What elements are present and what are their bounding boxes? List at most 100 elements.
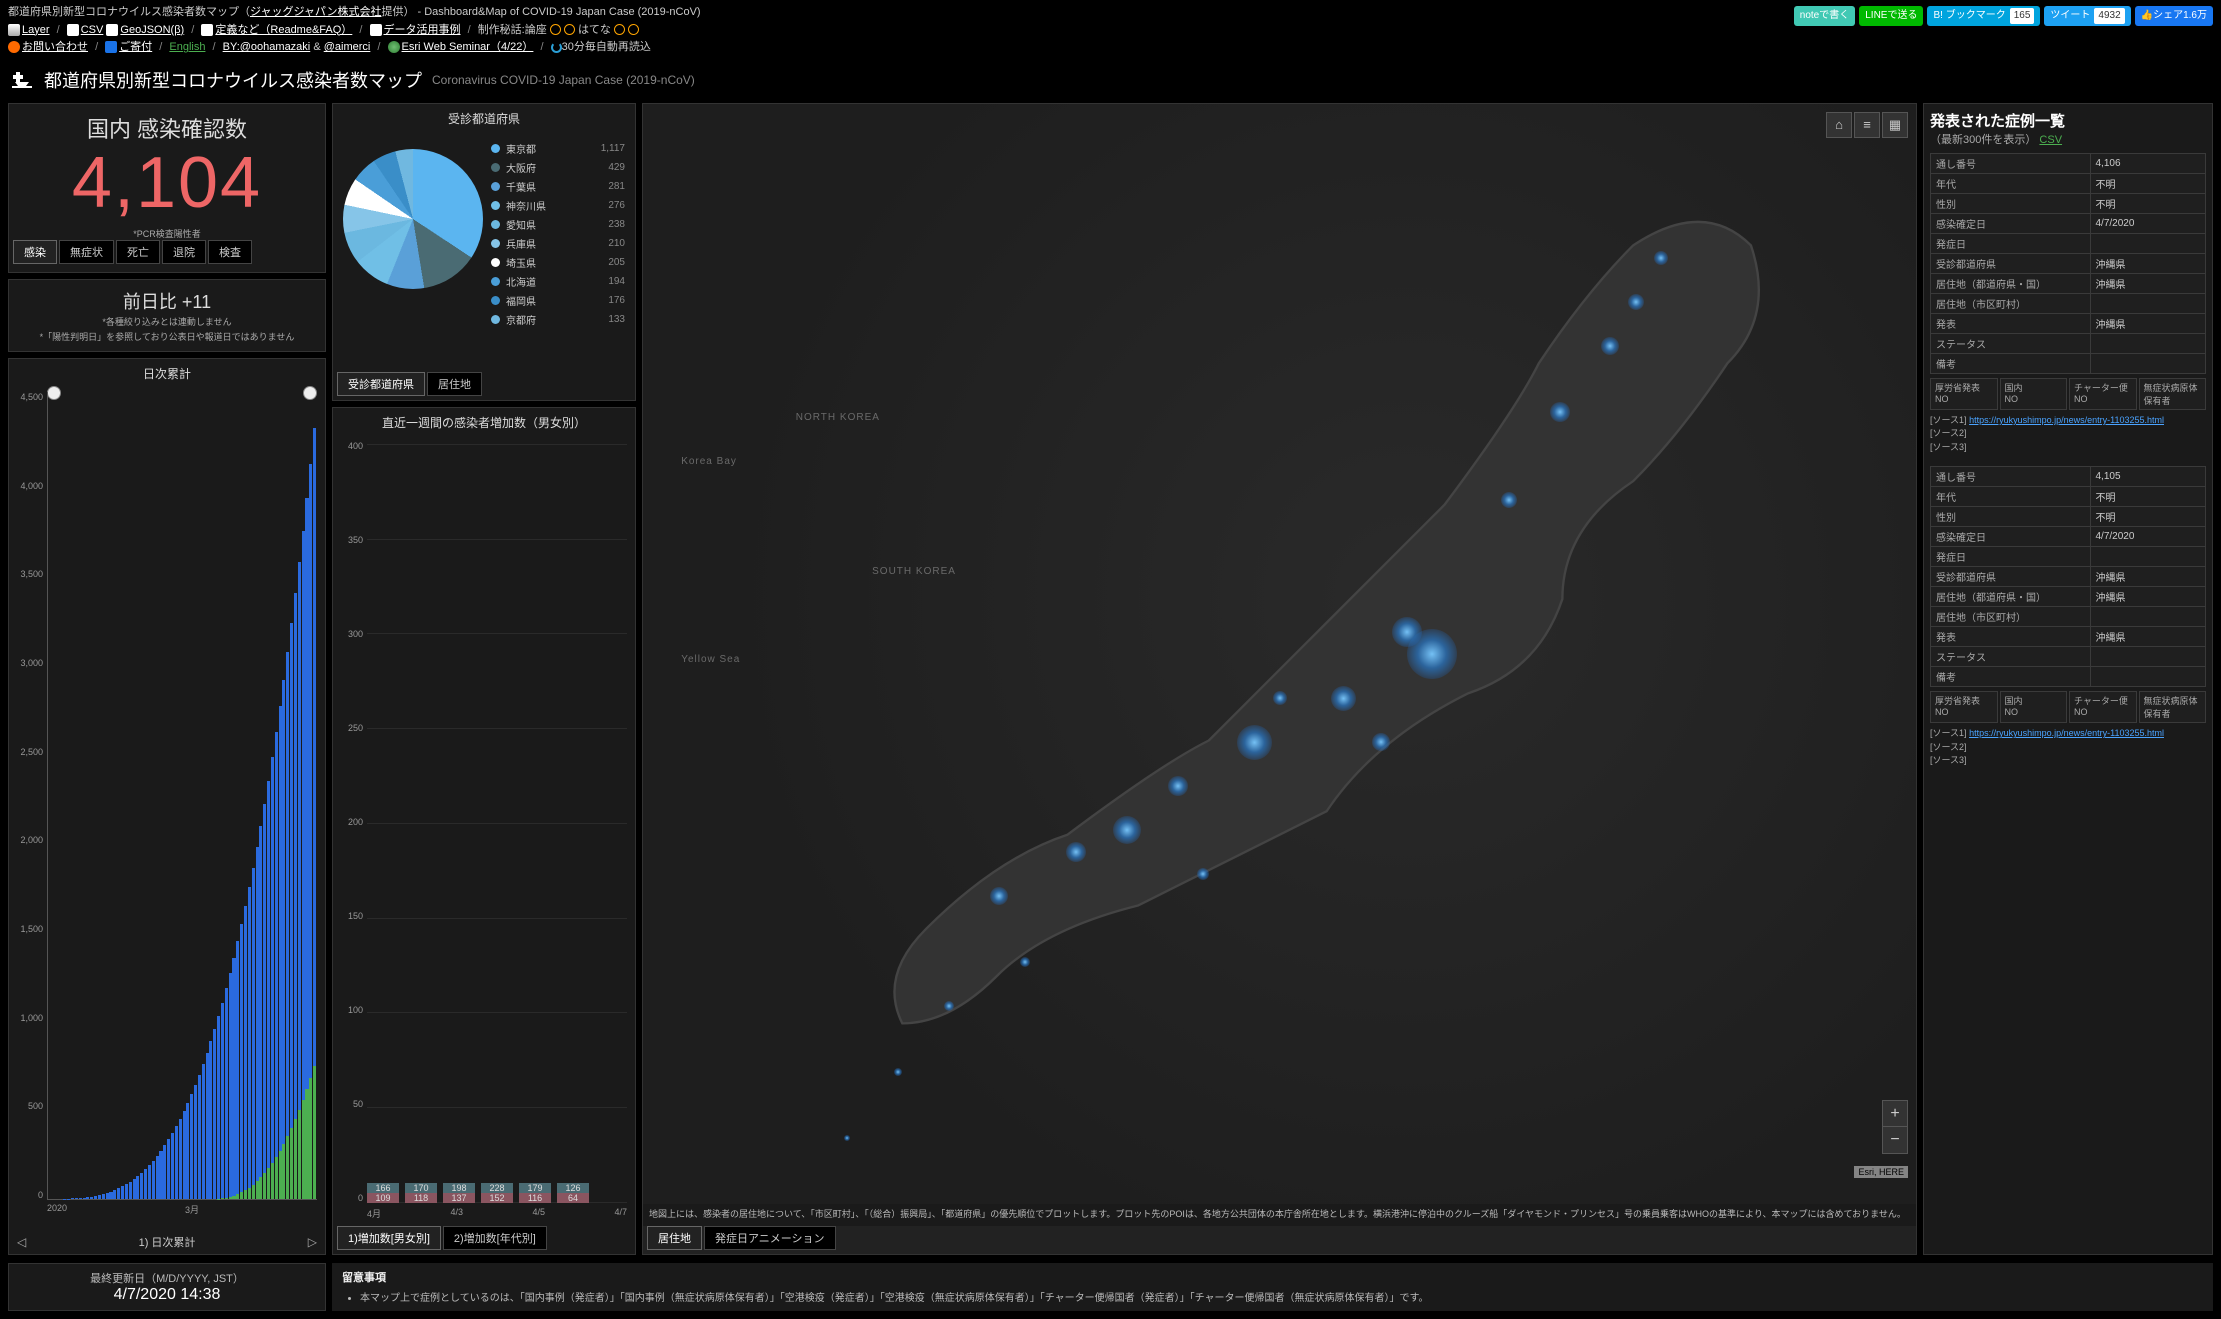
link-usage[interactable]: データ活用事例 [384,24,461,36]
delta-panel: 前日比 +11 *各種絞り込みとは連動しません *「陽性判明日」を参照しており公… [8,279,326,352]
zoom-out-button[interactable]: − [1883,1127,1907,1153]
page-subtitle: Coronavirus COVID-19 Japan Case (2019-nC… [432,73,695,87]
legend-dot [491,315,500,324]
legend-dot [491,201,500,210]
globe-icon [388,41,400,53]
donate-icon [105,41,117,53]
topbar: 都道府県別新型コロナウイルス感染者数マップ（ジャッグジャパン株式会社提供） - … [0,0,2221,61]
cumulative-chart: 日次累計 05001,0001,5002,0002,5003,0003,5004… [8,358,326,1255]
legend-item[interactable]: 北海道194 [491,272,625,291]
share-buttons: noteで書く LINEで送る B! ブックマーク165 ツイート4932 👍 … [1794,4,2213,26]
tab-居住地[interactable]: 居住地 [647,1226,702,1250]
stacked-bar-panel: 直近一週間の感染者増加数（男女別） 0501001502002503003504… [332,407,636,1255]
link-csv[interactable]: CSV [81,24,104,36]
count-value: 4,104 [9,144,325,223]
tab-無症状[interactable]: 無症状 [59,240,114,264]
pie-chart [343,149,483,289]
share-hatena[interactable]: B! ブックマーク165 [1927,6,2040,26]
legend-dot [491,277,500,286]
share-facebook[interactable]: 👍 シェア 1.6万 [2135,6,2213,26]
legend-item[interactable]: 福岡県176 [491,291,625,310]
page-title: 都道府県別新型コロナウイルス感染者数マップ [44,67,422,93]
link-layer[interactable]: Layer [22,24,50,36]
tab-検査[interactable]: 検査 [208,240,252,264]
tab-2)増加数[年代別][interactable]: 2)増加数[年代別] [443,1226,547,1250]
legend-item[interactable]: 大阪府429 [491,158,625,177]
japan-silhouette [643,104,1916,1205]
legend-item[interactable]: 京都府133 [491,310,625,329]
legend-dot [491,144,500,153]
coin-icon [550,24,561,35]
csv-icon [67,24,79,36]
count-note: *PCR検査陽性者 [9,227,325,240]
pie-panel: 受診都道府県 東京都1,117大阪府429千葉県281神奈川県276愛知県238… [332,103,636,401]
faq-icon [201,24,213,36]
tab-1)増加数[男女別][interactable]: 1)増加数[男女別] [337,1226,441,1250]
legend-item[interactable]: 東京都1,117 [491,139,625,158]
layer-icon [8,24,20,36]
reload-icon [551,42,562,53]
tab-発症日アニメーション[interactable]: 発症日アニメーション [704,1226,836,1250]
legend-item[interactable]: 千葉県281 [491,177,625,196]
legend-dot [491,239,500,248]
tab-居住地[interactable]: 居住地 [427,372,482,396]
legend-dot [491,182,500,191]
legend-dot [491,220,500,229]
tab-死亡[interactable]: 死亡 [116,240,160,264]
case-csv-link[interactable]: CSV [2039,134,2062,146]
legend-item[interactable]: 愛知県238 [491,215,625,234]
link-donate[interactable]: ご寄付 [119,41,152,53]
usage-icon [370,24,382,36]
case-table: 通し番号4,105年代不明性別不明感染確定日4/7/2020発症日受診都道府県沖… [1930,466,2206,687]
geojson-icon [106,24,118,36]
share-twitter[interactable]: ツイート4932 [2044,6,2130,26]
legend-item[interactable]: 埼玉県205 [491,253,625,272]
source-link[interactable]: https://ryukyushimpo.jp/news/entry-11032… [1969,728,2164,738]
blog-label: 制作秘話:論座 [478,24,547,36]
tab-受診都道府県[interactable]: 受診都道府県 [337,372,425,396]
coin-icon [564,24,575,35]
map-panel: ⌂ ≡ ▦ NORTH KOREA SOUTH KOREA Korea Bay … [642,103,1917,1255]
link-faq[interactable]: 定義など（Readme&FAQ） [215,24,352,36]
share-note[interactable]: noteで書く [1794,6,1855,26]
link-geojson[interactable]: GeoJSON(β) [120,24,184,36]
count-tabs: 感染無症状死亡退院検査 [9,240,325,268]
legend-item[interactable]: 神奈川県276 [491,196,625,215]
link-contact[interactable]: お問い合わせ [22,41,88,53]
legend-dot [491,163,500,172]
tab-感染[interactable]: 感染 [13,240,57,264]
zoom-in-button[interactable]: + [1883,1101,1907,1127]
link-author2[interactable]: @aimerci [324,41,371,53]
notice-panel: 留意事項 本マップ上で症例としているのは、「国内事例（発症者）」「国内事例（無症… [332,1263,2213,1311]
tab-退院[interactable]: 退院 [162,240,206,264]
map[interactable]: ⌂ ≡ ▦ NORTH KOREA SOUTH KOREA Korea Bay … [643,104,1916,1205]
chart-nav-label: 1) 日次累計 [139,1234,196,1250]
timestamp-panel: 最終更新日（M/D/YYYY, JST） 4/7/2020 14:38 [8,1263,326,1311]
timestamp-value: 4/7/2020 14:38 [15,1286,319,1304]
case-table: 通し番号4,106年代不明性別不明感染確定日4/7/2020発症日受診都道府県沖… [1930,153,2206,374]
page-title-pre: 都道府県別新型コロナウイルス感染者数マップ（ [8,6,250,18]
legend-item[interactable]: 兵庫県210 [491,234,625,253]
share-line[interactable]: LINEで送る [1859,6,1923,26]
zoom-control: + − [1882,1100,1908,1154]
medical-icon [10,68,34,92]
link-author[interactable]: BY:@oohamazaki [223,41,311,53]
case-list-title: 発表された症例一覧 [1930,110,2206,131]
link-english[interactable]: English [169,41,205,53]
map-attribution: Esri, HERE [1854,1166,1908,1178]
count-panel: 国内 感染確認数 4,104 *PCR検査陽性者 感染無症状死亡退院検査 [8,103,326,273]
case-list-panel: 発表された症例一覧 （最新300件を表示） CSV 通し番号4,106年代不明性… [1923,103,2213,1255]
legend-dot [491,296,500,305]
reload-label: 30分毎自動再読込 [562,41,651,53]
coin-icon [628,24,639,35]
company-link[interactable]: ジャッグジャパン株式会社 [250,6,381,18]
count-title: 国内 感染確認数 [9,112,325,144]
prev-arrow[interactable]: ◁ [17,1235,26,1249]
pie-legend: 東京都1,117大阪府429千葉県281神奈川県276愛知県238兵庫県210埼… [491,139,625,329]
source-link[interactable]: https://ryukyushimpo.jp/news/entry-11032… [1969,415,2164,425]
coin-icon [614,24,625,35]
link-webinar[interactable]: Esri Web Seminar（4/22） [402,41,534,53]
next-arrow[interactable]: ▷ [308,1235,317,1249]
legend-dot [491,258,500,267]
header: 都道府県別新型コロナウイルス感染者数マップ Coronavirus COVID-… [0,61,2221,103]
